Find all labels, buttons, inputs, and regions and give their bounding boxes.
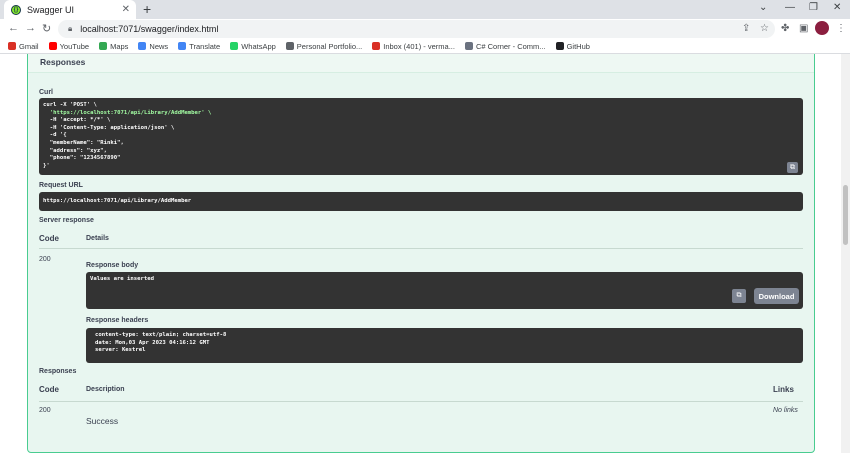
scrollbar[interactable] <box>841 54 850 453</box>
request-url-box[interactable]: https://localhost:7071/api/Library/AddMe… <box>39 192 803 211</box>
share-icon[interactable]: ⇪ <box>742 23 750 34</box>
curl-line: "address": "xyz", <box>43 147 107 154</box>
bookmark-label: Gmail <box>19 41 39 51</box>
restore-icon[interactable]: ❐ <box>809 2 818 13</box>
response-body-box[interactable]: Values are inserted <box>86 272 803 309</box>
bookmark-label: Translate <box>189 41 221 51</box>
translate-icon <box>178 42 187 50</box>
copy-icon[interactable]: ⧉ <box>787 162 798 173</box>
curl-line: "memberName": "Rinki", <box>43 139 124 146</box>
bookmark-label: Inbox (401) - verma... <box>383 41 455 51</box>
table-code-header: Code <box>39 385 59 394</box>
bookmark-item[interactable]: Maps <box>99 42 128 51</box>
responses-label: Responses <box>39 368 77 375</box>
responses-title: Responses <box>40 57 86 67</box>
swagger-icon: {} <box>11 4 21 15</box>
response-body-label: Response body <box>86 262 139 269</box>
response-header-line: content-type: text/plain; charset=utf-8 <box>95 332 227 338</box>
bookmark-item[interactable]: C# Corner - Comm... <box>464 41 546 51</box>
bookmark-item[interactable]: Personal Portfolio... <box>285 41 363 51</box>
back-icon[interactable]: ← <box>8 22 19 34</box>
window-close-icon[interactable]: ✕ <box>833 2 841 13</box>
responses-header: Responses <box>28 54 814 73</box>
globe-icon <box>285 42 294 50</box>
curl-line: 'https://localhost:7071/api/Library/AddM… <box>43 109 212 116</box>
address-bar[interactable]: 🔒︎ localhost:7071/swagger/index.html <box>58 20 775 38</box>
gmail-icon <box>372 42 381 50</box>
csharp-corner-icon <box>464 42 473 50</box>
minimize-icon[interactable]: — <box>785 2 795 13</box>
bookmark-item[interactable]: Inbox (401) - verma... <box>372 42 455 51</box>
close-tab-icon[interactable]: ✕ <box>122 4 130 15</box>
server-response-code: 200 <box>39 256 51 263</box>
reload-icon[interactable]: ↻ <box>42 22 51 35</box>
star-icon[interactable]: ☆ <box>760 23 769 34</box>
tab-search-icon[interactable]: ⌄ <box>759 2 767 13</box>
response-body-text: Values are inserted <box>90 276 154 282</box>
curl-label: Curl <box>39 89 53 96</box>
bookmark-label: YouTube <box>59 41 90 51</box>
curl-line: curl -X 'POST' \ <box>43 102 97 108</box>
github-icon <box>555 42 564 50</box>
bookmark-label: C# Corner - Comm... <box>475 41 546 51</box>
new-tab-icon[interactable]: + <box>143 1 151 17</box>
doc-response-code: 200 <box>39 407 51 414</box>
bookmark-item[interactable]: Gmail <box>8 42 39 51</box>
links-header: Links <box>773 385 794 394</box>
copy-response-icon[interactable]: ⧉ <box>732 289 746 303</box>
menu-icon[interactable]: ⋮ <box>836 23 846 34</box>
curl-line: -H 'accept: */*' \ <box>43 117 111 124</box>
divider <box>39 248 803 249</box>
server-response-label: Server response <box>39 217 94 224</box>
curl-code-block[interactable]: curl -X 'POST' \ 'https://localhost:7071… <box>39 98 803 175</box>
curl-line: -d '{ <box>43 132 67 139</box>
response-headers-box[interactable]: content-type: text/plain; charset=utf-8 d… <box>86 328 803 363</box>
swagger-page: Responses Curl curl -X 'POST' \ 'https:/… <box>0 54 841 453</box>
lock-icon: 🔒︎ <box>68 24 73 33</box>
news-icon <box>138 42 147 50</box>
bookmark-label: Personal Portfolio... <box>296 41 363 51</box>
bookmark-label: WhatsApp <box>241 41 276 51</box>
bookmarks-bar: Gmail YouTube Maps News Translate WhatsApp Per… <box>0 39 850 54</box>
response-header-line: date: Mon,03 Apr 2023 04:16:12 GMT <box>95 339 210 346</box>
request-url: https://localhost:7071/api/Library/AddMe… <box>43 198 192 204</box>
scrollbar-thumb[interactable] <box>843 185 848 245</box>
code-header: Code <box>39 234 59 243</box>
forward-icon[interactable]: → <box>25 22 36 34</box>
tab-strip: {} Swagger UI ✕ + ⌄ — ❐ ✕ <box>0 0 850 19</box>
curl-line: }' <box>43 162 50 169</box>
request-url-label: Request URL <box>39 182 83 189</box>
curl-line: "phone": "1234567890" <box>43 155 121 162</box>
url-text: localhost:7071/swagger/index.html <box>80 24 219 34</box>
extensions-icon[interactable]: ✤ <box>781 23 789 34</box>
bookmark-item[interactable]: GitHub <box>555 41 590 51</box>
curl-line: -H 'Content-Type: application/json' \ <box>43 124 175 131</box>
doc-response-description: Success <box>86 416 119 426</box>
doc-response-links: No links <box>773 407 798 414</box>
whatsapp-icon <box>230 42 239 50</box>
youtube-icon <box>48 42 57 50</box>
bookmark-label: Maps <box>110 41 129 51</box>
maps-icon <box>99 42 108 50</box>
bookmark-label: News <box>149 41 169 51</box>
operation-block: Responses Curl curl -X 'POST' \ 'https:/… <box>27 54 815 453</box>
browser-toolbar: ← → ↻ 🔒︎ localhost:7071/swagger/index.ht… <box>0 19 850 39</box>
bookmark-item[interactable]: YouTube <box>48 41 90 51</box>
profile-avatar[interactable] <box>815 21 829 35</box>
download-button[interactable]: Download <box>754 288 799 304</box>
description-header: Description <box>86 386 125 393</box>
browser-tab[interactable]: {} Swagger UI ✕ <box>4 0 136 19</box>
side-panel-icon[interactable]: ▣ <box>799 23 808 34</box>
response-header-line: server: Kestrel <box>95 347 146 354</box>
bookmark-item[interactable]: News <box>138 42 168 51</box>
bookmark-label: GitHub <box>566 41 590 51</box>
bookmark-item[interactable]: WhatsApp <box>230 42 276 51</box>
tab-title: Swagger UI <box>27 4 75 15</box>
details-header: Details <box>86 235 109 242</box>
divider <box>39 401 803 402</box>
gmail-icon <box>8 42 16 50</box>
response-headers-label: Response headers <box>86 317 149 324</box>
bookmark-item[interactable]: Translate <box>178 42 220 51</box>
